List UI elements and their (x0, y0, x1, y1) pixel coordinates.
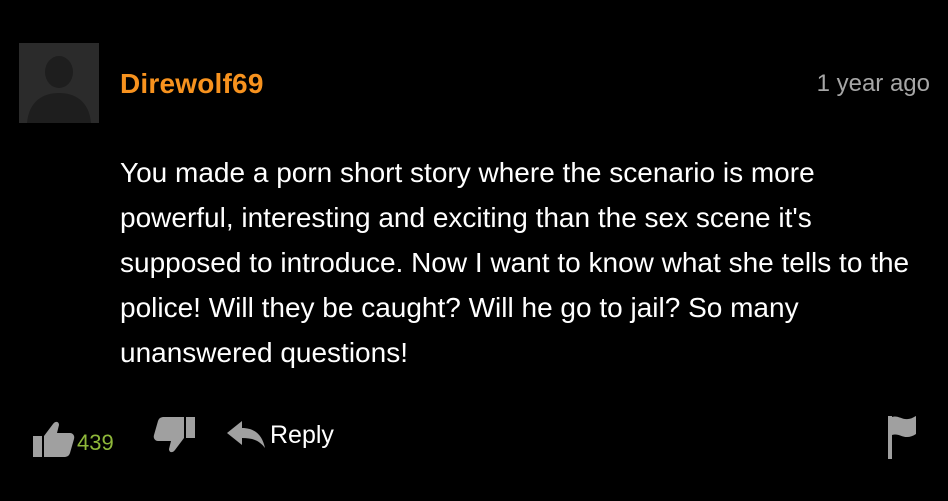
comment-card: Direwolf69 1 year ago You made a porn sh… (0, 0, 948, 501)
like-button[interactable]: 439 (31, 418, 114, 458)
avatar[interactable] (19, 43, 99, 123)
username[interactable]: Direwolf69 (120, 68, 264, 100)
dislike-button[interactable] (151, 416, 197, 456)
thumbs-up-icon (31, 418, 77, 458)
timestamp: 1 year ago (816, 70, 930, 97)
reply-label: Reply (270, 420, 334, 449)
flag-button[interactable] (886, 414, 918, 460)
thumbs-down-icon (151, 416, 197, 456)
flag-icon (886, 414, 918, 460)
reply-button[interactable]: Reply (226, 418, 334, 452)
comment-text: You made a porn short story where the sc… (120, 157, 910, 368)
comment-actions: 439 Reply (31, 414, 921, 464)
reply-arrow-icon (226, 418, 266, 452)
like-count: 439 (77, 430, 114, 455)
user-silhouette-icon (19, 43, 99, 123)
